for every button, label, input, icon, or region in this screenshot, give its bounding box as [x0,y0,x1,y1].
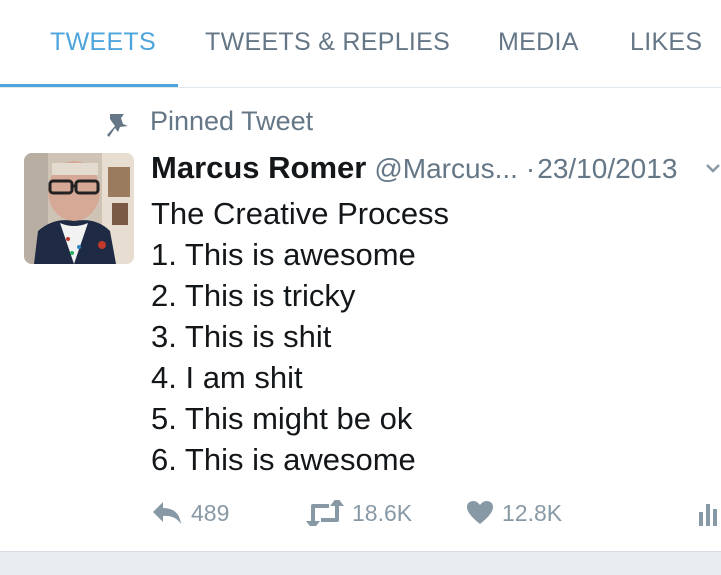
analytics-icon [699,504,717,526]
tweet-actions: 489 18.6K 12.8K [0,496,721,536]
author-handle[interactable]: @Marcus... [374,153,518,184]
like-count: 12.8K [502,500,563,526]
tweet-line: 3. This is shit [151,319,332,354]
tweet-line: 2. This is tricky [151,278,356,313]
tweet-header: Marcus Romer @Marcus... ·23/10/2013 [151,150,677,190]
timeline-separator [0,551,721,575]
separator-dot: · [525,153,536,184]
tweet-date[interactable]: 23/10/2013 [537,153,677,184]
tab-media[interactable]: MEDIA [498,28,579,57]
tweet-line-title: The Creative Process [151,196,450,231]
retweet-count: 18.6K [352,500,413,526]
chevron-down-icon[interactable] [705,161,721,175]
profile-tabs: TWEETS TWEETS & REPLIES MEDIA LIKES [0,0,721,88]
author-name[interactable]: Marcus Romer [151,150,366,185]
pinned-tweet-label: Pinned Tweet [150,106,314,136]
avatar-photo [24,153,134,264]
pin-icon [107,114,128,137]
reply-icon [153,502,181,524]
retweet-icon [306,500,344,526]
tweet-line: 1. This is awesome [151,237,416,272]
reply-count: 489 [191,500,230,526]
tab-tweets[interactable]: TWEETS [50,28,156,57]
tweet-line: 4. I am shit [151,360,303,395]
tab-likes[interactable]: LIKES [630,28,702,57]
avatar[interactable] [24,153,134,264]
heart-icon [467,501,493,524]
tweet-line: 5. This might be ok [151,401,413,436]
tab-tweets-and-replies[interactable]: TWEETS & REPLIES [205,28,450,57]
tabs-divider [0,87,721,88]
tweet-text: The Creative Process 1. This is awesome … [151,193,711,480]
tweet-line: 6. This is awesome [151,442,416,477]
